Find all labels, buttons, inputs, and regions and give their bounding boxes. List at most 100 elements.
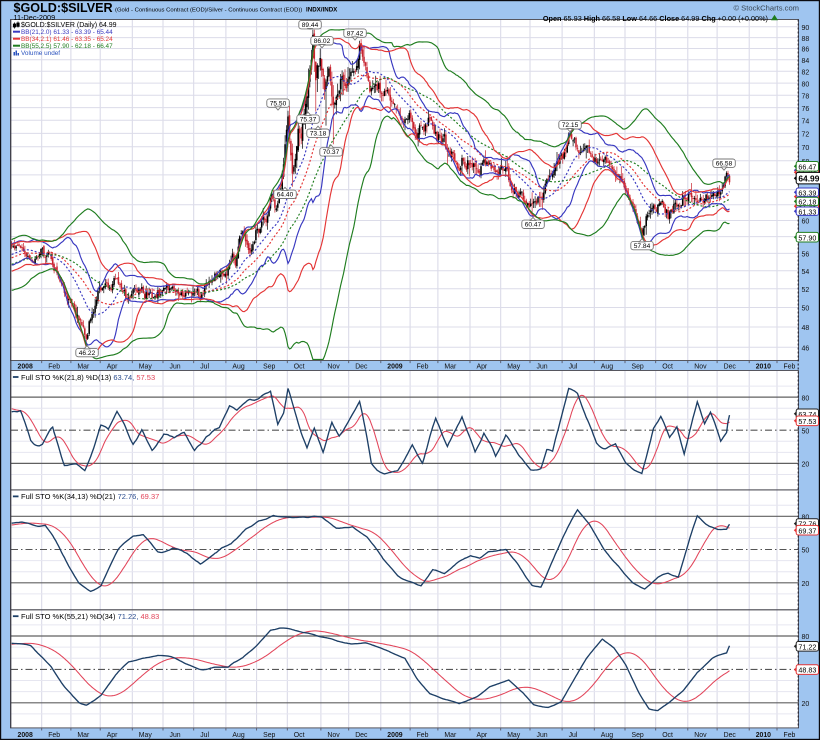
svg-text:87.42: 87.42 — [347, 30, 364, 37]
svg-text:Dec: Dec — [724, 732, 737, 739]
svg-text:Feb: Feb — [48, 732, 60, 739]
svg-text:2008: 2008 — [18, 363, 33, 370]
svg-text:64.40: 64.40 — [277, 192, 294, 199]
svg-text:61.33: 61.33 — [798, 207, 816, 216]
svg-text:69.37: 69.37 — [798, 526, 816, 535]
svg-text:Volume undef: Volume undef — [21, 50, 60, 57]
svg-text:Feb: Feb — [417, 732, 429, 739]
svg-text:72: 72 — [802, 132, 810, 139]
svg-text:Nov: Nov — [327, 732, 340, 739]
svg-text:64.99: 64.99 — [798, 173, 819, 183]
svg-text:56: 56 — [802, 252, 810, 259]
svg-text:Full STO %K(34,13) %D(21) 72.7: Full STO %K(34,13) %D(21) 72.76, 69.37 — [21, 492, 159, 501]
svg-text:57.90: 57.90 — [798, 233, 816, 242]
svg-text:Dec: Dec — [355, 732, 368, 739]
svg-text:20: 20 — [802, 581, 810, 588]
svg-text:86: 86 — [802, 47, 810, 54]
svg-text:Dec: Dec — [355, 363, 368, 370]
svg-text:50: 50 — [802, 428, 810, 435]
svg-text:Nov: Nov — [694, 363, 707, 370]
svg-text:11-Dec-2009: 11-Dec-2009 — [14, 13, 56, 22]
svg-text:Sep: Sep — [263, 363, 275, 370]
svg-text:Aug: Aug — [232, 732, 244, 739]
svg-text:84: 84 — [802, 58, 810, 65]
svg-text:May: May — [507, 732, 521, 739]
svg-text:78: 78 — [802, 93, 810, 100]
svg-text:Sep: Sep — [632, 363, 644, 370]
svg-text:Sep: Sep — [632, 732, 644, 739]
svg-text:52: 52 — [802, 287, 810, 294]
svg-text:Oct: Oct — [662, 732, 673, 739]
svg-text:20: 20 — [802, 462, 810, 469]
svg-text:57.53: 57.53 — [798, 417, 816, 426]
svg-text:75.50: 75.50 — [270, 100, 287, 107]
svg-text:Mar: Mar — [77, 732, 90, 739]
svg-text:48: 48 — [802, 325, 810, 332]
svg-text:60: 60 — [802, 219, 810, 226]
svg-text:(Gold - Continuous Contract (E: (Gold - Continuous Contract (EOD)/Silver… — [115, 7, 302, 13]
svg-text:BB(21,2.0) 61.33 - 63.39 - 65.: BB(21,2.0) 61.33 - 63.39 - 65.44 — [21, 29, 113, 36]
svg-text:2009: 2009 — [387, 363, 402, 370]
svg-text:Apr: Apr — [107, 363, 118, 370]
svg-text:Feb: Feb — [784, 363, 796, 370]
svg-text:50: 50 — [802, 548, 810, 555]
svg-text:60.47: 60.47 — [525, 222, 542, 229]
svg-text:2010: 2010 — [756, 732, 771, 739]
svg-text:Nov: Nov — [694, 732, 707, 739]
svg-text:Nov: Nov — [327, 363, 340, 370]
svg-text:73.18: 73.18 — [310, 131, 327, 138]
svg-text:Oct: Oct — [662, 363, 673, 370]
svg-text:Mar: Mar — [77, 363, 90, 370]
svg-text:63.39: 63.39 — [798, 188, 816, 197]
svg-text:Jul: Jul — [200, 732, 209, 739]
svg-text:46: 46 — [802, 346, 810, 353]
svg-text:Mar: Mar — [444, 363, 457, 370]
svg-text:Aug: Aug — [601, 732, 613, 739]
svg-text:Mar: Mar — [444, 732, 457, 739]
svg-text:76: 76 — [802, 106, 810, 113]
svg-text:80: 80 — [802, 81, 810, 88]
svg-text:71.22: 71.22 — [798, 642, 816, 651]
svg-text:Jul: Jul — [569, 363, 578, 370]
svg-text:72.15: 72.15 — [562, 122, 579, 129]
svg-text:BB(34,2.1) 61.46 - 63.35 - 65.: BB(34,2.1) 61.46 - 63.35 - 65.24 — [21, 36, 113, 43]
svg-text:Jul: Jul — [200, 363, 209, 370]
svg-text:Sep: Sep — [263, 732, 275, 739]
svg-text:2009: 2009 — [387, 732, 402, 739]
svg-text:70: 70 — [802, 145, 810, 152]
svg-text:75.37: 75.37 — [300, 116, 317, 123]
svg-text:Full STO %K(55,21) %D(34) 71.2: Full STO %K(55,21) %D(34) 71.22, 48.83 — [21, 612, 159, 621]
svg-text:Jun: Jun — [170, 363, 181, 370]
svg-text:Feb: Feb — [48, 363, 60, 370]
svg-text:Open 65.93 High 66.58 Low 64.6: Open 65.93 High 66.58 Low 64.66 Close 64… — [543, 14, 768, 23]
svg-text:80: 80 — [802, 395, 810, 402]
svg-text:Feb: Feb — [417, 363, 429, 370]
svg-text:Apr: Apr — [477, 732, 488, 739]
svg-text:90: 90 — [802, 25, 810, 32]
svg-text:Jun: Jun — [537, 363, 548, 370]
svg-text:Jul: Jul — [569, 732, 578, 739]
svg-text:50: 50 — [802, 306, 810, 313]
svg-text:May: May — [139, 732, 153, 739]
svg-text:Jun: Jun — [537, 732, 548, 739]
svg-text:Oct: Oct — [294, 732, 305, 739]
svg-text:89.44: 89.44 — [302, 22, 319, 29]
svg-text:86.02: 86.02 — [314, 38, 331, 45]
svg-text:2010: 2010 — [756, 363, 771, 370]
svg-text:Oct: Oct — [294, 363, 305, 370]
svg-text:80: 80 — [802, 634, 810, 641]
svg-text:Full STO %K(21,8) %D(13) 63.74: Full STO %K(21,8) %D(13) 63.74, 57.53 — [21, 373, 155, 382]
svg-text:88: 88 — [802, 36, 810, 43]
svg-text:66.58: 66.58 — [716, 161, 733, 168]
svg-text:54: 54 — [802, 269, 810, 276]
svg-text:74: 74 — [802, 119, 810, 126]
svg-text:70.37: 70.37 — [323, 149, 340, 156]
svg-text:May: May — [139, 363, 153, 370]
svg-text:May: May — [507, 363, 521, 370]
svg-text:57.84: 57.84 — [634, 243, 651, 250]
svg-text:Aug: Aug — [601, 363, 613, 370]
svg-text:82: 82 — [802, 70, 810, 77]
svg-text:$GOLD:$SILVER (Daily) 64.99: $GOLD:$SILVER (Daily) 64.99 — [21, 22, 117, 29]
svg-text:48.83: 48.83 — [798, 666, 816, 675]
svg-text:66.47: 66.47 — [798, 162, 816, 171]
